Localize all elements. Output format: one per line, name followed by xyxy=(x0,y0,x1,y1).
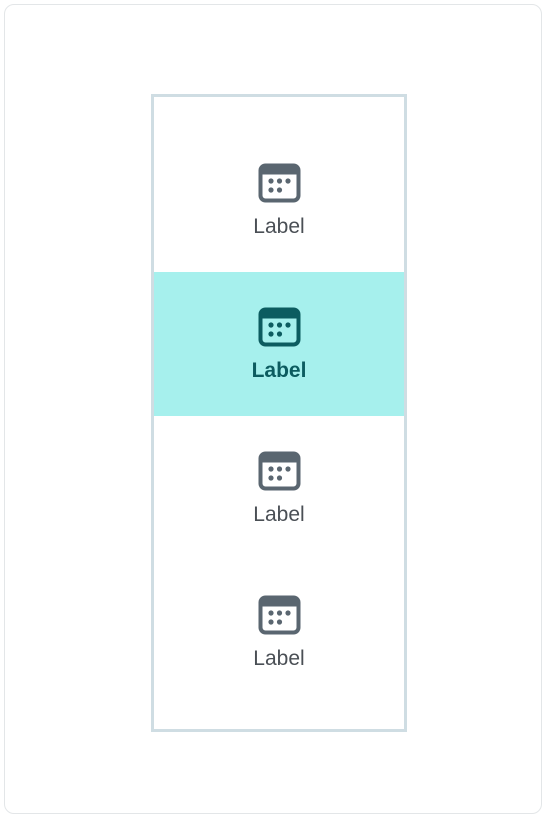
nav-item-2-selected[interactable]: Label xyxy=(154,272,404,416)
navigation-rail: Label Label Label Label xyxy=(151,94,407,732)
calendar-icon xyxy=(258,307,301,347)
calendar-icon xyxy=(258,451,301,491)
nav-item-label: Label xyxy=(253,647,305,670)
calendar-icon xyxy=(258,163,301,203)
nav-item-3[interactable]: Label xyxy=(154,416,404,560)
nav-item-4[interactable]: Label xyxy=(154,560,404,704)
calendar-icon xyxy=(258,595,301,635)
nav-item-label: Label xyxy=(251,359,307,382)
nav-item-label: Label xyxy=(253,215,305,238)
component-card: Label Label Label Label xyxy=(4,4,542,814)
nav-item-label: Label xyxy=(253,503,305,526)
nav-item-1[interactable]: Label xyxy=(154,128,404,272)
